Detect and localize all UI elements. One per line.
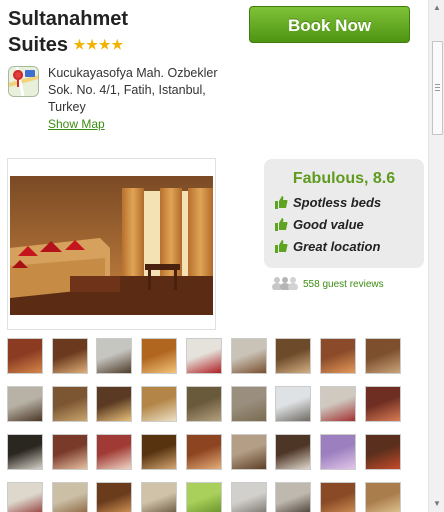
hotel-address: Kucukayasofya Mah. Ozbekler Sok. No. 4/1…: [48, 66, 218, 114]
photo-thumbnail[interactable]: [231, 338, 267, 374]
star-rating: ★★★★: [73, 37, 125, 52]
show-map-link[interactable]: Show Map: [48, 117, 105, 131]
photo-thumbnail[interactable]: [186, 434, 222, 470]
guest-people-icon: [272, 276, 298, 293]
vertical-scrollbar[interactable]: ▲ ▼: [428, 0, 444, 512]
photo-thumbnail[interactable]: [96, 434, 132, 470]
thumbs-up-icon: [275, 240, 288, 256]
scroll-up-arrow-icon[interactable]: ▲: [429, 0, 444, 16]
photo-thumbnail[interactable]: [275, 482, 311, 512]
photo-thumbnail[interactable]: [365, 386, 401, 422]
thumbs-up-icon: [275, 196, 288, 212]
positive-label: Good value: [293, 217, 364, 232]
photo-thumbnail[interactable]: [275, 434, 311, 470]
photo-thumbnail[interactable]: [186, 386, 222, 422]
book-now-button[interactable]: Book Now: [249, 6, 410, 43]
photo-thumbnail[interactable]: [231, 434, 267, 470]
photo-thumbnail[interactable]: [96, 482, 132, 512]
hotel-room-image: [10, 176, 213, 315]
photo-thumbnail[interactable]: [141, 482, 177, 512]
photo-thumbnail[interactable]: [141, 386, 177, 422]
photo-thumbnail[interactable]: [7, 482, 43, 512]
photo-thumbnail[interactable]: [52, 434, 88, 470]
photo-thumbnail[interactable]: [186, 338, 222, 374]
photo-thumbnail[interactable]: [320, 386, 356, 422]
positive-label: Spotless beds: [293, 195, 382, 210]
scrollbar-thumb[interactable]: [432, 41, 443, 135]
photo-thumbnail[interactable]: [141, 338, 177, 374]
photo-thumbnail[interactable]: [365, 482, 401, 512]
main-hotel-photo[interactable]: [7, 158, 216, 330]
hotel-title: Sultanahmet Suites ★★★★: [8, 7, 238, 58]
photo-thumbnail[interactable]: [365, 434, 401, 470]
hotel-page: Sultanahmet Suites ★★★★ Book Now Kucukay…: [0, 0, 428, 512]
photo-thumbnail[interactable]: [7, 386, 43, 422]
photo-thumbnail[interactable]: [275, 386, 311, 422]
photo-thumbnail[interactable]: [7, 434, 43, 470]
photo-thumbnail[interactable]: [52, 338, 88, 374]
photo-thumbnail[interactable]: [275, 338, 311, 374]
photo-thumbnail[interactable]: [320, 434, 356, 470]
hotel-name-line2: Suites: [8, 34, 69, 56]
reviews-count: 558 guest reviews: [303, 279, 384, 290]
rating-score: Fabulous, 8.6: [292, 170, 396, 187]
map-app-icon: [8, 66, 39, 97]
positive-item: Spotless beds: [275, 195, 381, 212]
positive-label: Great location: [293, 239, 381, 254]
scroll-down-arrow-icon[interactable]: ▼: [429, 496, 444, 512]
photo-thumbnail[interactable]: [7, 338, 43, 374]
photo-thumbnail[interactable]: [231, 482, 267, 512]
photo-thumbnail[interactable]: [320, 338, 356, 374]
photo-thumbnail[interactable]: [320, 482, 356, 512]
photo-thumbnail[interactable]: [365, 338, 401, 374]
photo-thumbnail[interactable]: [231, 386, 267, 422]
rating-box: Fabulous, 8.6 Spotless beds Good value G…: [264, 159, 424, 268]
photo-thumbnail[interactable]: [52, 386, 88, 422]
positive-item: Great location: [275, 239, 380, 256]
guest-reviews-link[interactable]: 558 guest reviews: [272, 276, 384, 293]
hotel-name-line1: Sultanahmet: [8, 8, 129, 30]
photo-thumbnail[interactable]: [186, 482, 222, 512]
positive-item: Good value: [275, 217, 364, 234]
photo-thumbnail[interactable]: [141, 434, 177, 470]
thumbs-up-icon: [275, 218, 288, 234]
photo-thumbnail[interactable]: [52, 482, 88, 512]
photo-thumbnail[interactable]: [96, 338, 132, 374]
photo-thumbnail[interactable]: [96, 386, 132, 422]
